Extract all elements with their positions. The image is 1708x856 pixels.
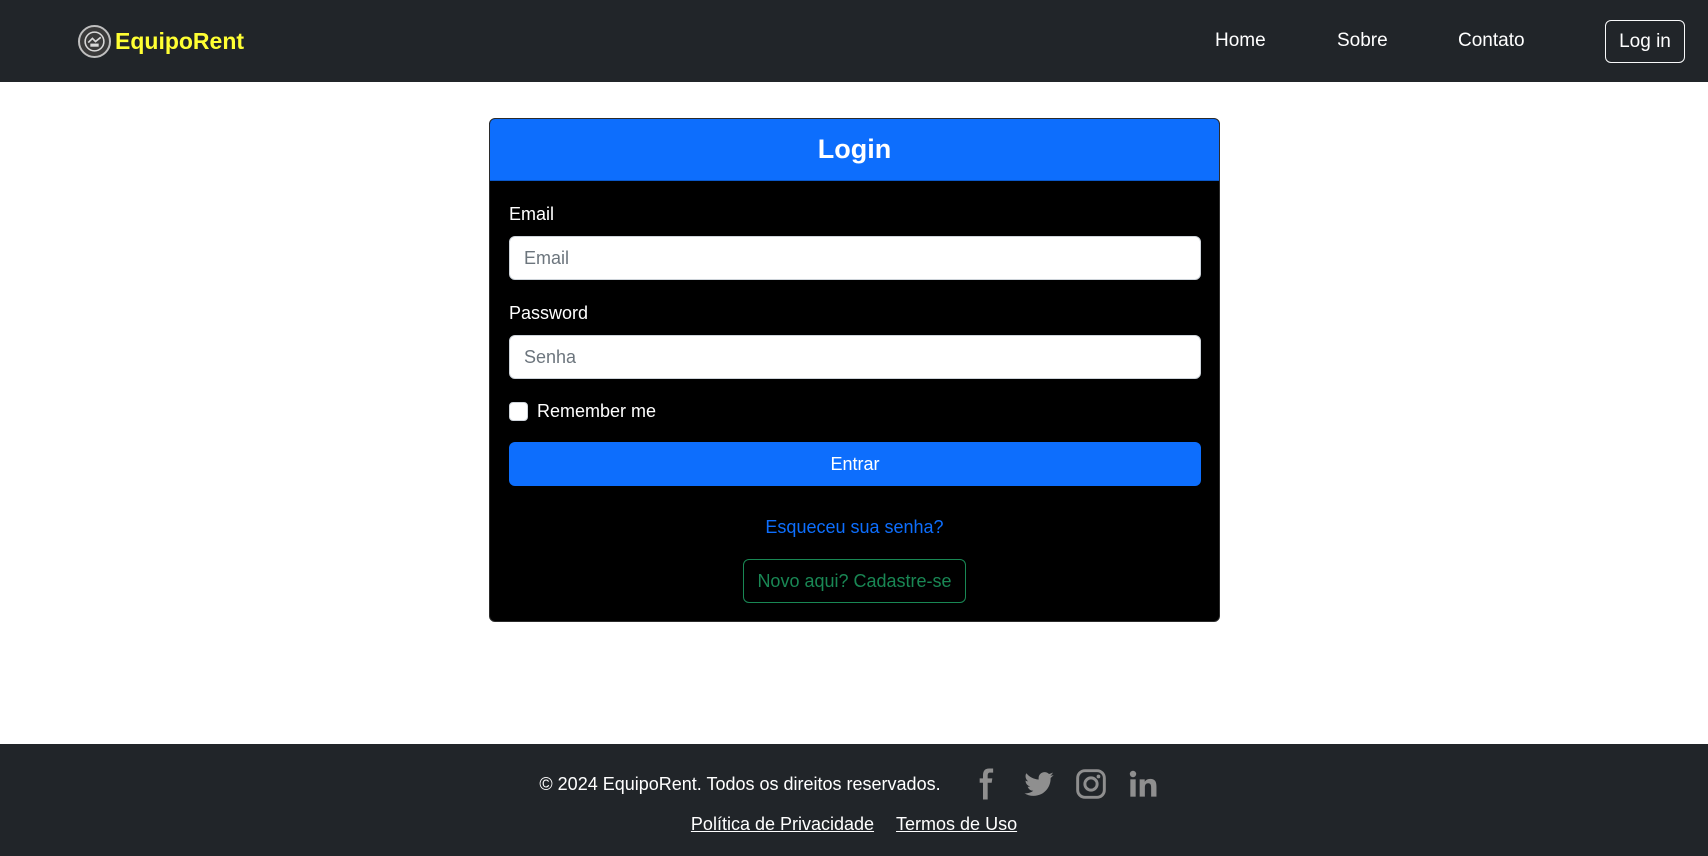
- brand-name: EquipoRent: [115, 27, 245, 54]
- remember-me-label[interactable]: Remember me: [537, 401, 656, 422]
- nav-link-home[interactable]: Home: [1215, 30, 1266, 52]
- password-label: Password: [509, 303, 589, 323]
- copyright-text: © 2024 EquipoRent. Todos os direitos res…: [539, 773, 941, 794]
- remember-me-checkbox[interactable]: [509, 402, 528, 421]
- register-button[interactable]: Novo aqui? Cadastre-se: [743, 559, 966, 603]
- submit-button[interactable]: Entrar: [509, 442, 1201, 486]
- brand[interactable]: EquipoRent: [78, 24, 244, 58]
- instagram-icon[interactable]: [1069, 764, 1113, 804]
- linkedin-icon[interactable]: [1121, 764, 1165, 804]
- login-card-header: Login: [490, 119, 1219, 181]
- email-label: Email: [509, 204, 555, 224]
- privacy-policy-link[interactable]: Política de Privacidade: [691, 814, 874, 835]
- terms-of-use-link[interactable]: Termos de Uso: [896, 814, 1017, 835]
- login-title: Login: [817, 134, 892, 164]
- nav-link-sobre[interactable]: Sobre: [1337, 30, 1388, 52]
- login-card: Login Email Password Remember me Entrar …: [489, 118, 1220, 622]
- remember-me-row: Remember me: [509, 401, 656, 422]
- twitter-icon[interactable]: [1017, 764, 1061, 804]
- footer-top-row: © 2024 EquipoRent. Todos os direitos res…: [0, 764, 1708, 804]
- email-field[interactable]: [509, 236, 1201, 280]
- navbar: EquipoRent Home Sobre Contato Log in: [0, 0, 1708, 82]
- login-button[interactable]: Log in: [1605, 20, 1685, 63]
- footer: © 2024 EquipoRent. Todos os direitos res…: [0, 744, 1708, 856]
- nav-link-contato[interactable]: Contato: [1458, 30, 1525, 52]
- footer-links: Política de Privacidade Termos de Uso: [0, 814, 1708, 835]
- forgot-password-link[interactable]: Esqueceu sua senha?: [490, 517, 1219, 538]
- brand-logo-icon: [78, 24, 111, 58]
- facebook-icon[interactable]: [965, 764, 1009, 804]
- password-field[interactable]: [509, 335, 1201, 379]
